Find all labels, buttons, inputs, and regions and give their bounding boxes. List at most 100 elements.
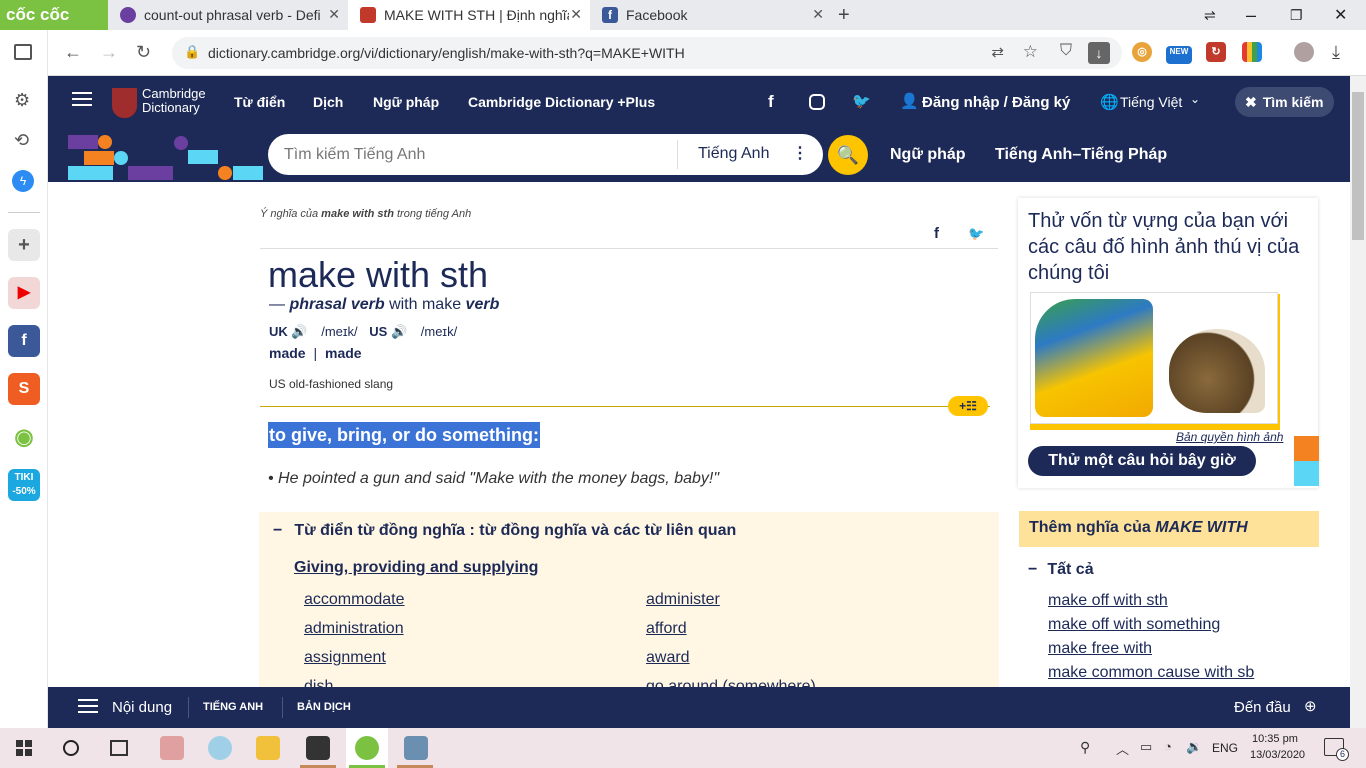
thesaurus-link[interactable]: assignment [304,649,386,667]
thesaurus-link[interactable]: administration [304,620,404,638]
thesaurus-link[interactable]: afford [646,620,687,638]
tab-translation[interactable]: BẢN DỊCH [297,701,351,713]
quiz-button[interactable]: Thử một câu hỏi bây giờ [1028,446,1256,476]
thesaurus-link[interactable]: administer [646,591,720,609]
thesaurus-link[interactable]: dish [304,678,333,687]
thesaurus-title[interactable]: − Từ điển từ đồng nghĩa : từ đồng nghĩa v… [273,522,736,540]
speaker-us-icon[interactable]: 🔊 [391,324,407,339]
coccoc-map-icon[interactable]: ◉ [8,421,40,453]
en-fr-link[interactable]: Tiếng Anh–Tiếng Pháp [995,146,1167,164]
tab-1[interactable]: count-out phrasal verb - Defi ✕ [108,0,348,30]
twitter-icon[interactable]: 🐦 [852,92,871,110]
taskbar-app-icon[interactable] [208,736,232,760]
file-explorer-icon[interactable] [256,736,280,760]
add-to-list-icon[interactable]: +☷ [948,396,988,416]
downloads-icon[interactable]: ⤓ [1332,42,1340,63]
nav-translate[interactable]: Dịch [313,94,343,110]
new-tab-icon[interactable]: + [838,4,850,27]
profile-avatar-icon[interactable] [1294,42,1314,62]
search-toggle-button[interactable]: ✖ Tìm kiếm [1235,87,1334,117]
close-tab-icon[interactable]: ✕ [328,6,340,23]
history-icon[interactable]: ⟲ [14,130,29,151]
share-twitter-icon[interactable]: 🐦 [968,226,984,242]
clock-time[interactable]: 10:35 pm [1252,733,1298,745]
close-window-icon[interactable]: ✕ [1334,0,1354,30]
more-meaning-link[interactable]: make common cause with sb [1048,664,1254,682]
login-link[interactable]: Đăng nhập / Đăng ký [922,94,1070,111]
close-tab-icon[interactable]: ✕ [812,6,824,23]
red-extension-icon[interactable]: ↻ [1206,42,1226,62]
task-view-icon[interactable] [110,740,128,756]
dictionary-selector[interactable]: Tiếng Anh [698,145,769,163]
cortana-search-icon[interactable] [63,740,79,756]
battery-icon[interactable]: ▭ [1140,739,1152,755]
tab-english[interactable]: TIẾNG ANH [203,701,263,713]
tab-2[interactable]: MAKE WITH STH | Định nghĩa ✕ [348,0,590,30]
forward-icon[interactable]: → [100,42,118,63]
more-meaning-link[interactable]: make off with sth [1048,592,1168,610]
search-input[interactable]: Tìm kiếm Tiếng Anh Tiếng Anh ⋮ [268,134,823,175]
facebook-social-icon[interactable]: f [768,92,774,112]
back-icon[interactable]: ← [64,42,82,63]
instagram-icon[interactable] [809,94,825,110]
restore-icon[interactable]: ❐ [1290,0,1310,30]
coccoc-taskbar-icon[interactable] [355,736,379,760]
back-to-top-link[interactable]: Đến đầu [1234,699,1291,716]
grammar-link[interactable]: Ngữ pháp [890,146,966,164]
speaker-uk-icon[interactable]: 🔊 [291,324,307,339]
quiz-image[interactable] [1030,292,1278,424]
more-options-icon[interactable]: ⋮ [792,143,808,163]
language-selector[interactable]: Tiếng Việt [1120,94,1182,110]
contents-link[interactable]: Nội dung [112,699,172,716]
tab-menu-icon[interactable]: ⇌ [1204,0,1224,30]
messenger-icon[interactable]: ϟ [12,170,34,192]
clock-date[interactable]: 13/03/2020 [1250,749,1305,761]
facebook-sidebar-icon[interactable]: f [8,325,40,357]
thesaurus-link[interactable]: award [646,649,690,667]
share-facebook-icon[interactable]: f [934,225,939,242]
taskbar-app-icon[interactable] [306,736,330,760]
coccoc-logo[interactable]: cốc cốc [0,0,108,30]
arrow-up-icon[interactable]: ⊕ [1304,697,1317,715]
site-logo[interactable]: Cambridge Dictionary [142,87,214,115]
reload-icon[interactable]: ↻ [136,42,151,63]
sidebar-toggle-icon[interactable] [14,44,32,60]
chevron-up-icon[interactable]: ︿ [1116,739,1129,758]
search-button[interactable]: 🔍 [828,135,868,175]
taskbar-app-icon[interactable] [160,736,184,760]
shield-icon[interactable]: ⛉ [1060,42,1072,60]
new-extension-icon[interactable]: NEW [1166,46,1192,64]
close-tab-icon[interactable]: ✕ [570,6,582,23]
url-bar[interactable]: 🔒 dictionary.cambridge.org/vi/dictionary… [172,37,1122,69]
nav-grammar[interactable]: Ngữ pháp [373,94,439,110]
windows-start-icon[interactable] [16,740,32,756]
nav-plus[interactable]: Cambridge Dictionary +Plus [468,94,655,110]
thesaurus-link[interactable]: accommodate [304,591,405,609]
bookmark-star-icon[interactable]: ☆ [1023,42,1038,62]
more-meaning-link[interactable]: make off with something [1048,616,1220,634]
translate-icon[interactable]: ⇄ [991,43,1004,61]
colorful-extension-icon[interactable] [1242,42,1262,62]
download-button-icon[interactable]: ↓ [1088,42,1110,64]
all-toggle[interactable]: − Tất cả [1028,561,1094,579]
people-icon[interactable]: ⚲ [1080,739,1090,756]
youtube-icon[interactable]: ▶ [8,277,40,309]
thesaurus-link[interactable]: go around (somewhere) [646,678,816,687]
settings-gear-icon[interactable]: ⚙ [14,90,30,111]
tab-3[interactable]: f Facebook ✕ [590,0,832,30]
wifi-icon[interactable]: ◔ [1164,739,1172,754]
tiki-icon[interactable]: TIKI -50% [8,469,40,501]
scrollbar-thumb[interactable] [1352,92,1364,240]
minimize-icon[interactable]: – [1246,0,1266,30]
taskbar-app-icon[interactable] [404,736,428,760]
shopee-icon[interactable]: S [8,373,40,405]
volume-icon[interactable]: 🔉 [1186,739,1202,755]
contents-menu-icon[interactable] [78,699,98,701]
input-language[interactable]: ENG [1212,741,1238,755]
hamburger-menu-icon[interactable] [72,92,92,94]
nav-dictionary[interactable]: Từ điển [234,94,285,110]
chevron-down-icon[interactable]: ⌄ [1190,92,1200,106]
thesaurus-group-link[interactable]: Giving, providing and supplying [294,559,538,577]
more-meaning-link[interactable]: make free with [1048,640,1152,658]
copyright-link[interactable]: Bản quyền hình ảnh [1176,430,1283,444]
